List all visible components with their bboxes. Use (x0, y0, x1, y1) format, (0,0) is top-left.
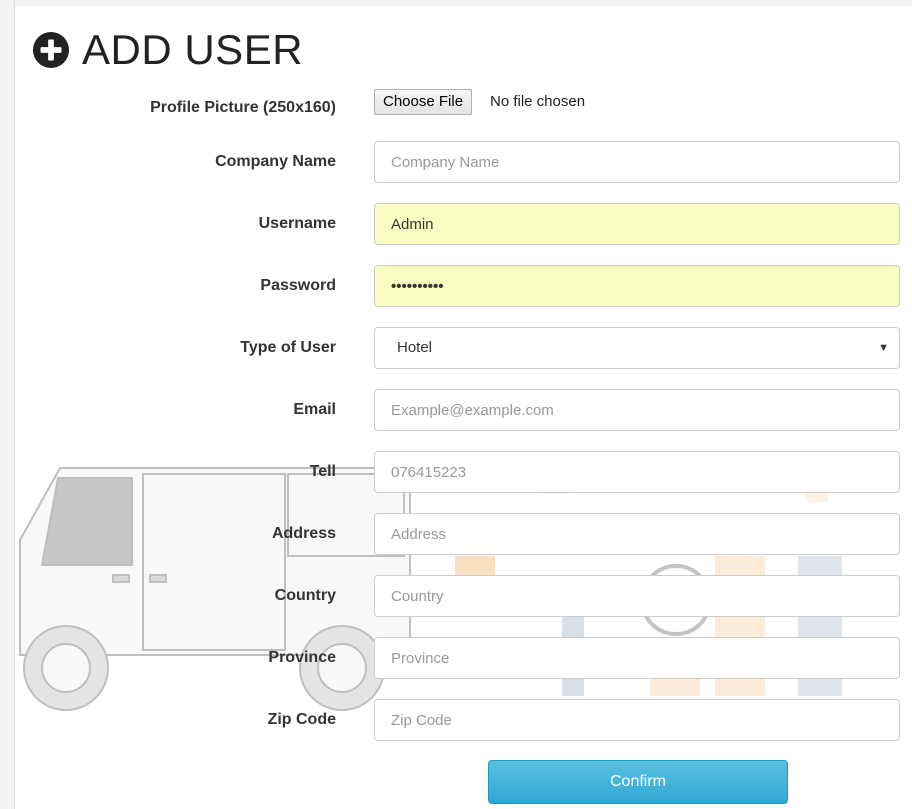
province-input[interactable] (374, 637, 900, 679)
window-top-edge (0, 0, 912, 6)
username-label: Username (258, 215, 336, 232)
password-row: Password (0, 265, 912, 307)
type-of-user-label: Type of User (240, 339, 336, 356)
email-label: Email (293, 401, 336, 418)
username-row: Username (0, 203, 912, 245)
province-row: Province (0, 637, 912, 679)
address-label: Address (271, 525, 336, 542)
email-row: Email (0, 389, 912, 431)
province-label: Province (268, 649, 336, 666)
password-input[interactable] (374, 265, 900, 307)
country-input[interactable] (374, 575, 900, 617)
address-input[interactable] (374, 513, 900, 555)
zip-code-label: Zip Code (267, 711, 336, 728)
plus-circle-icon (32, 31, 70, 69)
password-label: Password (260, 277, 336, 294)
country-label: Country (274, 587, 336, 604)
page-title-text: ADD USER (82, 26, 304, 73)
type-of-user-selected-value: Hotel (397, 339, 433, 356)
company-name-row: Company Name (0, 141, 912, 183)
tell-label: Tell (309, 463, 336, 480)
zip-code-input[interactable] (374, 699, 900, 741)
country-row: Country (0, 575, 912, 617)
page-title: ADD USER (32, 26, 303, 74)
company-name-input[interactable] (374, 141, 900, 183)
confirm-button[interactable]: Confirm (488, 760, 788, 804)
profile-picture-row: Profile Picture (250x160) Choose File No… (0, 88, 912, 116)
zip-code-row: Zip Code (0, 699, 912, 741)
company-name-label: Company Name (215, 153, 336, 170)
tell-input[interactable] (374, 451, 900, 493)
email-input[interactable] (374, 389, 900, 431)
address-row: Address (0, 513, 912, 555)
file-status-text: No file chosen (490, 93, 586, 110)
profile-picture-label: Profile Picture (250x160) (150, 99, 336, 116)
type-of-user-row: Type of User Hotel ▼ (0, 327, 912, 369)
choose-file-button[interactable]: Choose File (374, 89, 473, 115)
username-input[interactable] (374, 203, 900, 245)
type-of-user-select[interactable]: Hotel ▼ (374, 327, 900, 369)
tell-row: Tell (0, 451, 912, 493)
add-user-page: ADD USER Profile Picture (250x160) Choos… (0, 0, 912, 809)
dropdown-arrow-icon: ▼ (878, 342, 889, 354)
